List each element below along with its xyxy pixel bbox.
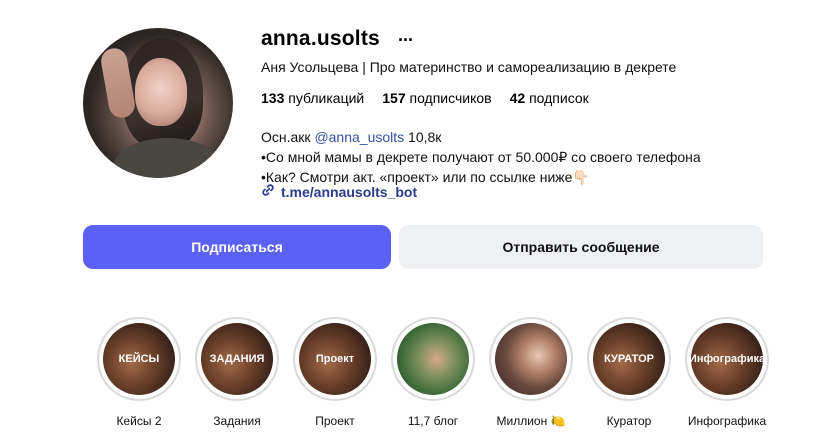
message-button[interactable]: Отправить сообщение [399, 225, 763, 269]
highlight-cover [495, 323, 567, 395]
posts-stat: 133 публикаций [261, 90, 365, 106]
highlight-label: Задания [213, 414, 261, 428]
highlight-label: Куратор [606, 414, 652, 428]
followers-stat[interactable]: 157 подписчиков [382, 90, 491, 106]
highlight-item[interactable]: Инфографика Инфографика [683, 317, 771, 428]
profile-avatar[interactable] [83, 28, 233, 178]
link-text[interactable]: t.me/annausolts_bot [281, 184, 417, 200]
highlight-item[interactable]: КЕЙСЫ Кейсы 2 [95, 317, 183, 428]
highlight-cover: Инфографика [689, 323, 765, 395]
highlight-cover: КУРАТОР [593, 323, 665, 395]
highlight-cover: Проект [299, 323, 371, 395]
highlight-item[interactable]: 11,7 блог [389, 317, 477, 428]
highlight-label: Инфографика [687, 414, 767, 428]
bio-line-2: •Со мной мамы в декрете получают от 50.0… [261, 149, 701, 165]
link-icon [261, 183, 275, 200]
profile-link[interactable]: t.me/annausolts_bot [261, 183, 417, 200]
highlight-cover: КЕЙСЫ [103, 323, 175, 395]
highlight-cover [397, 323, 469, 395]
profile-stats: 133 публикаций 157 подписчиков 42 подпис… [261, 90, 589, 106]
bio-line-1: Осн.акк @anna_usolts 10,8к [261, 129, 442, 145]
following-stat[interactable]: 42 подписок [510, 90, 589, 106]
highlight-item[interactable]: Миллион 🍋 [487, 317, 575, 428]
profile-username: anna.usolts [261, 27, 380, 50]
highlight-label: Миллион 🍋 [496, 414, 566, 428]
highlight-label: Проект [315, 414, 355, 428]
more-icon[interactable]: ... [398, 26, 413, 44]
highlight-cover: ЗАДАНИЯ [201, 323, 273, 395]
mention-link[interactable]: @anna_usolts [314, 129, 404, 145]
highlight-label: Кейсы 2 [116, 414, 162, 428]
profile-bio: Осн.акк @anna_usolts 10,8к •Со мной мамы… [261, 127, 701, 187]
follow-button[interactable]: Подписаться [83, 225, 391, 269]
highlight-item[interactable]: КУРАТОР Куратор [585, 317, 673, 428]
story-highlights: КЕЙСЫ Кейсы 2 ЗАДАНИЯ Задания Проект Про… [95, 317, 775, 428]
highlight-label: 11,7 блог [407, 414, 459, 428]
profile-full-name: Аня Усольцева | Про материнство и саморе… [261, 59, 677, 75]
highlight-item[interactable]: ЗАДАНИЯ Задания [193, 317, 281, 428]
highlight-item[interactable]: Проект Проект [291, 317, 379, 428]
